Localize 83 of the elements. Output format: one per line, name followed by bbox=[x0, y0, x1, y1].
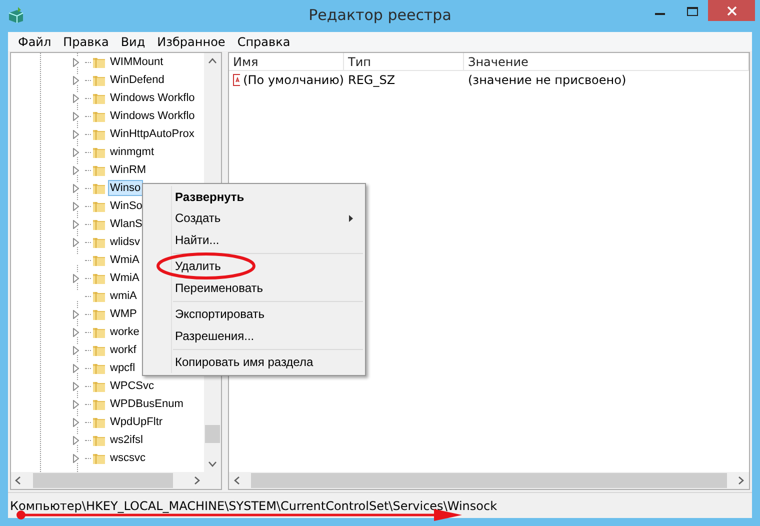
scroll-right-icon[interactable] bbox=[738, 476, 744, 485]
string-value-icon bbox=[233, 74, 240, 86]
close-button[interactable] bbox=[708, 0, 755, 21]
status-text: Компьютер\HKEY_LOCAL_MACHINE\SYSTEM\CurrentControlSet\Services\Winsock bbox=[10, 498, 498, 512]
menu-item[interactable]: Создать bbox=[143, 208, 365, 229]
folder-icon bbox=[92, 55, 106, 69]
column-header[interactable]: Имя bbox=[229, 53, 344, 71]
tree-item[interactable]: WinHttpAutoProx bbox=[108, 126, 196, 142]
registry-icon bbox=[7, 6, 25, 24]
tree-item[interactable]: WinRM bbox=[108, 162, 148, 178]
folder-icon bbox=[92, 181, 106, 195]
submenu-arrow-icon bbox=[349, 214, 353, 222]
tree-item[interactable]: WpdUpFltr bbox=[108, 414, 165, 430]
column-header[interactable]: Значение bbox=[464, 53, 749, 71]
folder-icon bbox=[92, 73, 106, 87]
tree-item[interactable]: WmiA bbox=[108, 270, 142, 286]
tree-item[interactable]: WPCSvc bbox=[108, 378, 156, 394]
column-header[interactable]: Тип bbox=[344, 53, 464, 71]
tree-item[interactable]: WIMMount bbox=[108, 54, 166, 70]
menu-item[interactable]: Переименовать bbox=[143, 277, 365, 298]
folder-icon bbox=[92, 379, 106, 393]
tree-item[interactable]: wmiA bbox=[108, 288, 139, 304]
tree-item[interactable]: WinDefend bbox=[108, 72, 166, 88]
tree-item[interactable]: winmgmt bbox=[108, 144, 156, 160]
menu-item[interactable]: Избранное bbox=[151, 34, 232, 48]
scrollbar-thumb[interactable] bbox=[33, 473, 173, 488]
scrollbar-thumb[interactable] bbox=[205, 425, 220, 443]
tree-item[interactable]: Winso bbox=[108, 180, 143, 196]
folder-icon bbox=[92, 307, 106, 321]
table-cell-text: REG_SZ bbox=[347, 72, 396, 89]
scroll-left-icon[interactable] bbox=[234, 476, 240, 485]
tree-item[interactable]: WMP bbox=[108, 306, 139, 322]
tree-item[interactable]: ws2ifsl bbox=[108, 432, 146, 448]
menu-item[interactable]: Вид bbox=[114, 34, 152, 48]
scroll-up-icon[interactable] bbox=[208, 58, 217, 64]
folder-icon bbox=[92, 451, 106, 465]
scroll-down-icon[interactable] bbox=[208, 461, 217, 467]
folder-icon bbox=[92, 163, 106, 177]
maximize-icon[interactable] bbox=[686, 6, 698, 16]
folder-icon bbox=[92, 397, 106, 411]
menu-item[interactable]: Файл bbox=[12, 34, 58, 48]
scrollbar-thumb[interactable] bbox=[251, 473, 727, 488]
folder-icon bbox=[92, 271, 106, 285]
folder-icon bbox=[92, 235, 106, 249]
menu-item[interactable]: Разрешения... bbox=[143, 325, 365, 346]
tree-item[interactable]: WlanS bbox=[108, 216, 144, 232]
tree-item[interactable]: wscsvc bbox=[108, 450, 148, 466]
menu-item[interactable]: Экспортировать bbox=[143, 304, 365, 325]
window-title: Редактор реестра bbox=[308, 6, 452, 24]
tree-item[interactable]: WinSo bbox=[108, 198, 144, 214]
folder-icon bbox=[92, 253, 106, 267]
menu-item[interactable]: Удалить bbox=[143, 256, 365, 277]
menu-item[interactable]: Справка bbox=[231, 34, 296, 48]
table-cell-text: (значение не присвоено) bbox=[467, 72, 628, 89]
folder-icon bbox=[92, 91, 106, 105]
folder-icon bbox=[92, 199, 106, 213]
folder-icon bbox=[92, 145, 106, 159]
menu-item[interactable]: Правка bbox=[57, 34, 115, 48]
folder-icon bbox=[92, 127, 106, 141]
tree-item[interactable]: wlidsv bbox=[108, 234, 142, 250]
tree-item[interactable]: workf bbox=[108, 342, 138, 358]
folder-icon bbox=[92, 361, 106, 375]
scroll-left-icon[interactable] bbox=[15, 476, 21, 485]
scroll-right-icon[interactable] bbox=[194, 476, 200, 485]
expand-arrow-icon[interactable] bbox=[73, 274, 79, 282]
value-name[interactable]: (По умолчанию) bbox=[243, 73, 344, 87]
folder-icon bbox=[92, 415, 106, 429]
folder-icon bbox=[92, 217, 106, 231]
folder-icon bbox=[92, 325, 106, 339]
tree-item[interactable]: WmiA bbox=[108, 252, 142, 268]
tree-item[interactable]: Windows Workflo bbox=[108, 90, 197, 106]
close-icon bbox=[726, 6, 736, 16]
tree-item[interactable]: wpcfl bbox=[108, 360, 138, 376]
menu-item[interactable]: Копировать имя раздела bbox=[143, 352, 365, 373]
folder-icon bbox=[92, 109, 106, 123]
folder-icon bbox=[92, 433, 106, 447]
tree-item[interactable]: worke bbox=[108, 324, 142, 340]
menu-item[interactable]: Развернуть bbox=[143, 186, 365, 208]
folder-icon bbox=[92, 289, 106, 303]
folder-icon bbox=[92, 343, 106, 357]
menu-item[interactable]: Найти... bbox=[143, 229, 365, 250]
tree-item[interactable]: Windows Workflo bbox=[108, 108, 197, 124]
tree-item[interactable]: WPDBusEnum bbox=[108, 396, 186, 412]
